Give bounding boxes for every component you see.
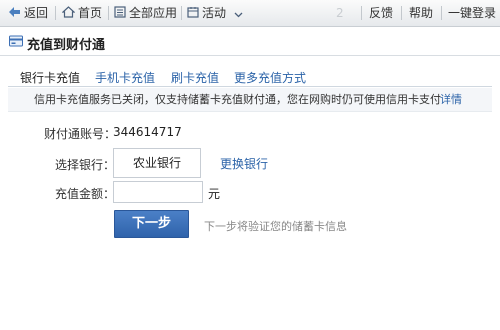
account-label: 财付通账号： [44, 127, 117, 141]
apps-icon [114, 1, 126, 27]
chevron-down-icon [234, 1, 243, 27]
top-toolbar: 返回 首页 全部应用 活动 2 反馈 帮助 一键登录 [0, 0, 500, 27]
page-header: 充值到财付通 [0, 28, 500, 56]
tab-more-methods[interactable]: 更多充值方式 [234, 69, 306, 86]
selected-bank[interactable]: 农业银行 [113, 148, 201, 178]
notice-details-link[interactable]: 详情 [440, 88, 462, 111]
help-link[interactable]: 帮助 [409, 0, 433, 26]
all-apps-button[interactable]: 全部应用 [114, 0, 177, 26]
bank-label: 选择银行： [55, 158, 116, 172]
amount-input[interactable] [113, 181, 203, 203]
activity-label: 活动 [202, 6, 227, 20]
amount-unit: 元 [208, 187, 221, 201]
tab-mobile-card[interactable]: 手机卡充值 [95, 69, 155, 86]
calendar-icon [187, 1, 199, 27]
tab-bank-card[interactable]: 银行卡充值 [20, 69, 80, 86]
tab-swipe-card[interactable]: 刷卡充值 [171, 69, 219, 86]
home-button[interactable]: 首页 [61, 0, 103, 27]
change-bank-link[interactable]: 更换银行 [220, 155, 268, 172]
home-label: 首页 [78, 6, 103, 20]
toolbar-divider [441, 6, 442, 20]
toolbar-divider [401, 6, 402, 20]
notice-bar: 信用卡充值服务已关闭，仅支持储蓄卡充值财付通，您在网购时仍可使用信用卡支付 详情 [8, 88, 492, 112]
next-step-button[interactable]: 下一步 [114, 210, 189, 238]
page-title: 充值到财付通 [27, 38, 106, 53]
one-click-login-link[interactable]: 一键登录 [448, 0, 496, 26]
faded-digit: 2 [336, 6, 344, 20]
account-value: 344614717 [113, 125, 182, 139]
toolbar-divider [361, 6, 362, 20]
tabs-underline [8, 86, 492, 87]
toolbar-divider [108, 6, 109, 20]
card-icon [9, 35, 23, 50]
back-button[interactable]: 返回 [8, 0, 48, 26]
home-icon [61, 1, 76, 27]
all-apps-label: 全部应用 [129, 6, 178, 20]
amount-label: 充值金额： [55, 187, 116, 201]
feedback-link[interactable]: 反馈 [369, 0, 393, 26]
back-label: 返回 [24, 6, 49, 20]
toolbar-divider [181, 6, 182, 20]
toolbar-divider [55, 6, 56, 20]
notice-message: 信用卡充值服务已关闭，仅支持储蓄卡充值财付通，您在网购时仍可使用信用卡支付 [34, 93, 441, 106]
next-step-hint: 下一步将验证您的储蓄卡信息 [204, 220, 347, 233]
back-arrow-icon [8, 1, 21, 27]
activity-menu[interactable]: 活动 [187, 0, 246, 26]
